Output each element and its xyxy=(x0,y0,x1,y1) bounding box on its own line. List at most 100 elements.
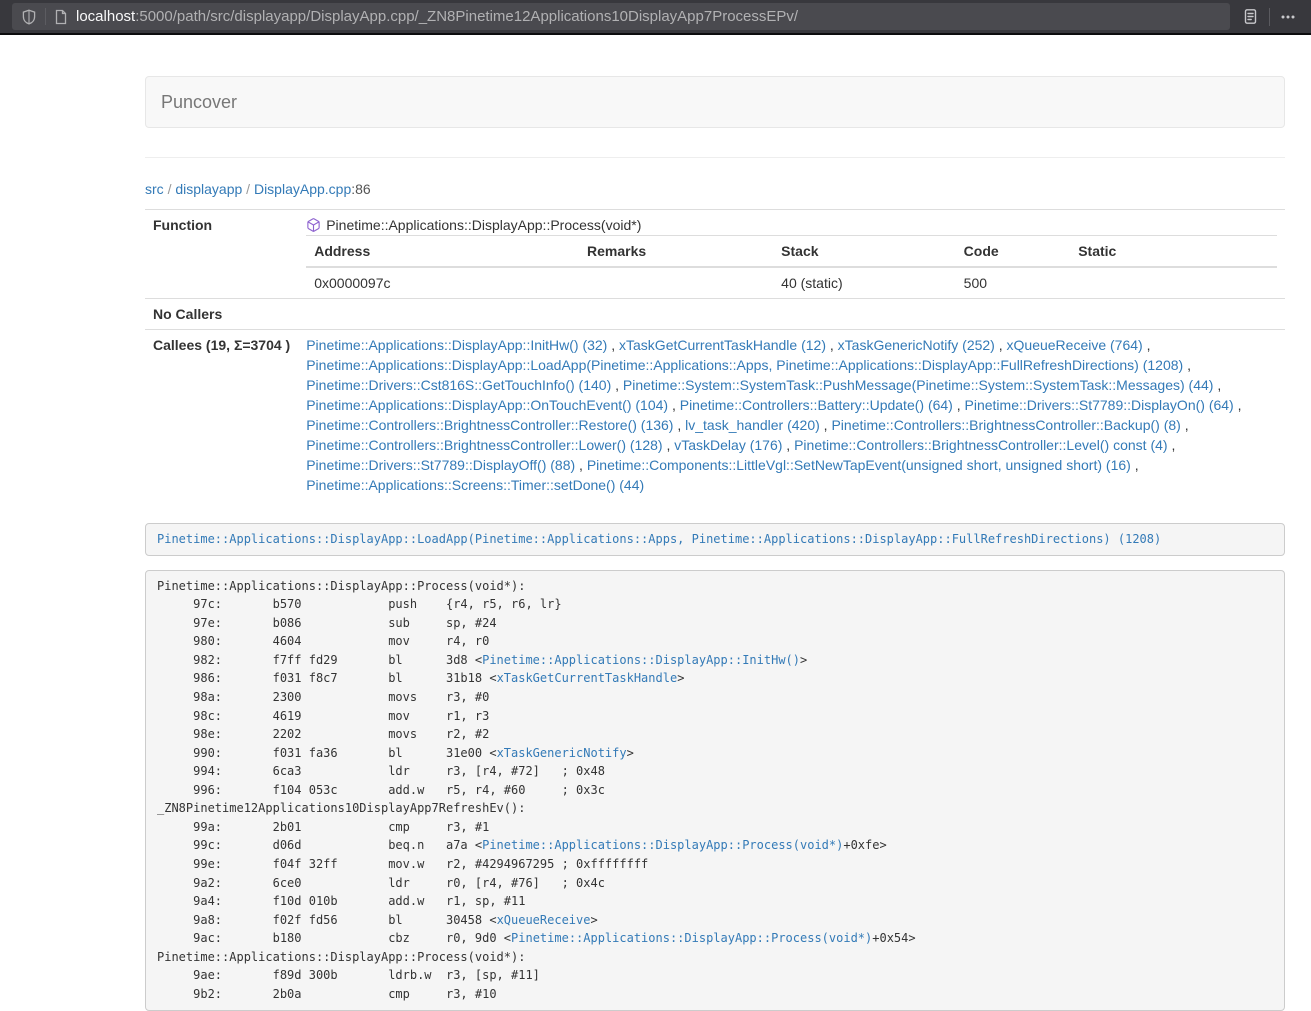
toolbar-divider xyxy=(1269,8,1270,26)
package-icon xyxy=(306,217,321,233)
callee-separator: , xyxy=(607,337,619,353)
inner-column-value xyxy=(1070,267,1277,298)
function-table: Function Pinetime::Applications::Display… xyxy=(145,209,1285,500)
callee-separator: , xyxy=(1168,437,1176,453)
url-host: localhost xyxy=(76,8,135,25)
breadcrumb: src / displayapp / DisplayApp.cpp:86 xyxy=(145,179,1285,199)
assembly-text: 990: f031 fa36 bl 31e00 < xyxy=(157,746,497,760)
callee-link[interactable]: Pinetime::Controllers::BrightnessControl… xyxy=(831,417,1180,433)
inner-column-header: Code xyxy=(956,236,1071,268)
callee-link[interactable]: Pinetime::Drivers::Cst816S::GetTouchInfo… xyxy=(306,377,611,393)
callee-link[interactable]: lv_task_handler (420) xyxy=(685,417,820,433)
callee-link[interactable]: Pinetime::Drivers::St7789::DisplayOff() … xyxy=(306,457,575,473)
source-line-block: Pinetime::Applications::DisplayApp::Load… xyxy=(145,523,1285,556)
breadcrumb-line-number: :86 xyxy=(351,181,370,197)
overflow-menu-icon[interactable] xyxy=(1280,9,1296,25)
inner-column-value xyxy=(579,267,773,298)
assembly-text: 97e: b086 sub sp, #24 xyxy=(157,616,497,630)
assembly-text: +0xfe> xyxy=(843,838,886,852)
assembly-text: 99a: 2b01 cmp r3, #1 xyxy=(157,820,489,834)
callee-link[interactable]: xQueueReceive (764) xyxy=(1007,337,1143,353)
page-icon[interactable] xyxy=(54,9,68,25)
callee-separator: , xyxy=(1183,357,1191,373)
callee-link[interactable]: xTaskGetCurrentTaskHandle (12) xyxy=(619,337,826,353)
assembly-text: 9ae: f89d 300b ldrb.w r3, [sp, #11] xyxy=(157,968,540,982)
inner-value-row: 0x0000097c40 (static)500 xyxy=(306,267,1277,298)
table-row-function: Function Pinetime::Applications::Display… xyxy=(145,210,1285,299)
assembly-symbol-link[interactable]: xTaskGenericNotify xyxy=(497,746,627,760)
snippet-link[interactable]: Pinetime::Applications::DisplayApp::Load… xyxy=(157,532,1161,546)
callee-separator: , xyxy=(1143,337,1151,353)
callee-link[interactable]: Pinetime::Applications::DisplayApp::Init… xyxy=(306,337,607,353)
assembly-text: 97c: b570 push {r4, r5, r6, lr} xyxy=(157,597,562,611)
callee-separator: , xyxy=(663,437,675,453)
inner-column-value: 0x0000097c xyxy=(306,267,579,298)
callee-separator: , xyxy=(1234,397,1242,413)
shield-icon[interactable] xyxy=(21,9,37,25)
callee-link[interactable]: Pinetime::Controllers::BrightnessControl… xyxy=(306,417,673,433)
inner-column-header: Remarks xyxy=(579,236,773,268)
assembly-text: 9a4: f10d 010b add.w r1, sp, #11 xyxy=(157,894,525,908)
browser-toolbar: localhost:5000/path/src/displayapp/Displ… xyxy=(0,0,1311,35)
assembly-text: +0x54> xyxy=(872,931,915,945)
breadcrumb-separator: / xyxy=(246,181,250,197)
assembly-text: 99c: d06d beq.n a7a < xyxy=(157,838,482,852)
assembly-text: 98a: 2300 movs r3, #0 xyxy=(157,690,489,704)
assembly-symbol-link[interactable]: Pinetime::Applications::DisplayApp::Proc… xyxy=(482,838,843,852)
assembly-text: 996: f104 053c add.w r5, r4, #60 ; 0x3c xyxy=(157,783,605,797)
callee-separator: , xyxy=(820,417,832,433)
callee-separator: , xyxy=(1131,457,1139,473)
callee-separator: , xyxy=(782,437,794,453)
assembly-text: Pinetime::Applications::DisplayApp::Proc… xyxy=(157,950,525,964)
callees-cell: Pinetime::Applications::DisplayApp::Init… xyxy=(298,330,1285,501)
callee-link[interactable]: Pinetime::Controllers::Battery::Update()… xyxy=(680,397,953,413)
callee-link[interactable]: Pinetime::Components::LittleVgl::SetNewT… xyxy=(587,457,1131,473)
assembly-text: 99e: f04f 32ff mov.w r2, #4294967295 ; 0… xyxy=(157,857,648,871)
inner-column-value: 500 xyxy=(956,267,1071,298)
inner-column-header: Address xyxy=(306,236,579,268)
assembly-text: 9a8: f02f fd56 bl 30458 < xyxy=(157,913,497,927)
assembly-text: 9ac: b180 cbz r0, 9d0 < xyxy=(157,931,511,945)
callee-separator: , xyxy=(575,457,587,473)
assembly-text: 98c: 4619 mov r1, r3 xyxy=(157,709,489,723)
no-callers-label: No Callers xyxy=(145,299,298,330)
reader-mode-icon[interactable] xyxy=(1242,8,1259,25)
callee-separator: , xyxy=(668,397,680,413)
callee-link[interactable]: Pinetime::Applications::DisplayApp::Load… xyxy=(306,357,1183,373)
callee-link[interactable]: Pinetime::System::SystemTask::PushMessag… xyxy=(623,377,1214,393)
breadcrumb-file-link[interactable]: DisplayApp.cpp xyxy=(254,181,351,197)
callee-link[interactable]: Pinetime::Applications::Screens::Timer::… xyxy=(306,477,644,493)
assembly-text: 9b2: 2b0a cmp r3, #10 xyxy=(157,987,497,1001)
brand-link[interactable]: Puncover xyxy=(146,77,252,127)
divider xyxy=(145,157,1285,158)
assembly-symbol-link[interactable]: Pinetime::Applications::DisplayApp::Proc… xyxy=(511,931,872,945)
breadcrumb-displayapp-link[interactable]: displayapp xyxy=(175,181,242,197)
breadcrumb-src-link[interactable]: src xyxy=(145,181,164,197)
callee-link[interactable]: Pinetime::Drivers::St7789::DisplayOn() (… xyxy=(965,397,1234,413)
assembly-text: 982: f7ff fd29 bl 3d8 < xyxy=(157,653,482,667)
assembly-symbol-link[interactable]: xQueueReceive xyxy=(497,913,591,927)
assembly-text: _ZN8Pinetime12Applications10DisplayApp7R… xyxy=(157,801,525,815)
assembly-text: > xyxy=(627,746,634,760)
inner-head-row: AddressRemarksStackCodeStatic xyxy=(306,236,1277,268)
assembly-text: > xyxy=(590,913,597,927)
no-callers-cell xyxy=(298,299,1285,330)
callee-separator: , xyxy=(995,337,1007,353)
callee-link[interactable]: Pinetime::Controllers::BrightnessControl… xyxy=(794,437,1167,453)
function-row-label: Function xyxy=(145,210,298,299)
url-text: localhost:5000/path/src/displayapp/Displ… xyxy=(76,8,798,25)
assembly-symbol-link[interactable]: Pinetime::Applications::DisplayApp::Init… xyxy=(482,653,800,667)
callee-link[interactable]: xTaskGenericNotify (252) xyxy=(838,337,995,353)
url-path: :5000/path/src/displayapp/DisplayApp.cpp… xyxy=(135,8,798,25)
assembly-symbol-link[interactable]: xTaskGetCurrentTaskHandle xyxy=(497,671,678,685)
breadcrumb-separator: / xyxy=(168,181,172,197)
assembly-text: 980: 4604 mov r4, r0 xyxy=(157,634,489,648)
callee-link[interactable]: Pinetime::Applications::DisplayApp::OnTo… xyxy=(306,397,668,413)
callee-link[interactable]: Pinetime::Controllers::BrightnessControl… xyxy=(306,437,662,453)
callee-separator: , xyxy=(1181,417,1189,433)
table-row-callees: Callees (19, Σ=3704 ) Pinetime::Applicat… xyxy=(145,330,1285,501)
url-bar[interactable]: localhost:5000/path/src/displayapp/Displ… xyxy=(12,3,1230,30)
callees-label: Callees (19, Σ=3704 ) xyxy=(145,330,298,501)
callee-link[interactable]: vTaskDelay (176) xyxy=(674,437,782,453)
inner-column-header: Stack xyxy=(773,236,956,268)
